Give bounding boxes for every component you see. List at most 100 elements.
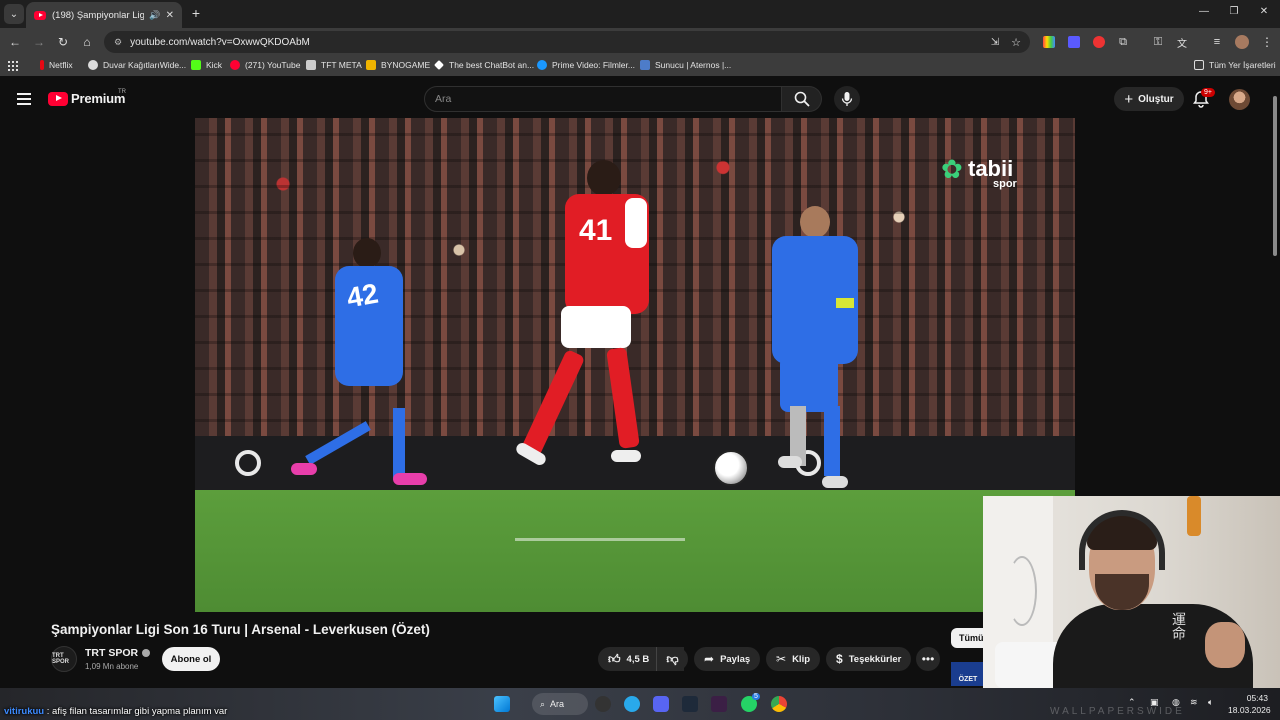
profile-avatar[interactable] <box>1235 35 1249 49</box>
voice-search-button[interactable] <box>834 86 860 112</box>
chat-text: : afiş filan tasarımlar gibi yapma planı… <box>44 706 228 717</box>
video-title: Şampiyonlar Ligi Son 16 Turu | Arsenal -… <box>51 622 430 637</box>
volume-icon[interactable]: 🔈︎ <box>1208 697 1213 708</box>
notification-count-badge: 9+ <box>1201 88 1215 97</box>
apps-grid-icon[interactable] <box>8 61 18 71</box>
clip-button[interactable]: ✂ Klip <box>766 647 821 671</box>
scrollbar-thumb[interactable] <box>1273 96 1277 256</box>
youtube-favicon-icon <box>34 10 46 20</box>
stream-chat-message: vitirukuu : afiş filan tasarımlar gibi y… <box>4 706 227 717</box>
site-info-icon[interactable]: ⚙ <box>114 37 122 48</box>
close-tab-icon[interactable]: ✕ <box>166 10 174 21</box>
chatbot-icon <box>434 60 444 70</box>
maximize-icon[interactable]: ❐ <box>1226 6 1242 17</box>
bookmark-item[interactable]: Kick <box>191 60 222 70</box>
channel-name[interactable]: TRT SPOR <box>85 647 151 659</box>
new-tab-button[interactable]: + <box>188 5 204 21</box>
search-button[interactable] <box>782 86 822 112</box>
bookmark-item[interactable]: BYNOGAME <box>366 60 430 70</box>
steam-icon[interactable] <box>595 696 611 712</box>
extension-icon[interactable] <box>1068 36 1080 48</box>
all-bookmarks-folder[interactable]: Tüm Yer İşaretleri <box>1194 60 1276 70</box>
telegram-icon[interactable] <box>624 696 640 712</box>
bynogame-icon <box>366 60 376 70</box>
create-button[interactable]: + Oluştur <box>1114 87 1184 111</box>
extensions-puzzle-icon[interactable]: ⧉ <box>1114 34 1132 50</box>
browser-menu-icon[interactable]: ⋮ <box>1258 34 1276 50</box>
media-control-icon[interactable]: ≡ <box>1208 34 1226 50</box>
subscribe-button[interactable]: Abone ol <box>162 647 220 671</box>
netflix-icon <box>40 60 44 70</box>
bookmark-label: Sunucu | Aternos |... <box>655 60 732 70</box>
taskbar-search-icon: ⌕ <box>540 698 546 709</box>
tray-overflow-icon[interactable]: ⌃ <box>1128 697 1136 708</box>
search-input[interactable]: Ara <box>424 86 782 112</box>
browser-tab-active[interactable]: (198) Şampiyonlar Ligi Son 🔊 ✕ <box>26 2 182 28</box>
jersey-number: 41 <box>579 214 613 247</box>
more-actions-button[interactable]: ••• <box>916 647 940 671</box>
verified-check-icon <box>142 649 151 658</box>
home-icon[interactable]: ⌂ <box>78 34 96 50</box>
network-icon[interactable]: ◍ <box>1172 697 1180 708</box>
player-arsenal: 41 <box>514 158 685 498</box>
chip-all[interactable]: Tümü <box>951 628 985 648</box>
translate-icon[interactable]: 文 <box>1173 34 1191 50</box>
kick-icon <box>191 60 201 70</box>
streamer-hand <box>1205 622 1245 668</box>
bookmark-item[interactable]: The best ChatBot an... <box>434 60 534 70</box>
visual-studio-icon[interactable] <box>711 696 727 712</box>
system-clock[interactable]: 05:43 18.03.2026 <box>1228 692 1271 716</box>
bookmark-item[interactable]: Prime Video: Filmler... <box>537 60 635 70</box>
search-placeholder: Ara <box>435 93 452 105</box>
related-video-thumbnail[interactable]: ÖZET <box>951 662 985 686</box>
bookmark-item[interactable]: Sunucu | Aternos |... <box>640 60 731 70</box>
password-key-icon[interactable]: ⚿ <box>1149 34 1167 50</box>
speaker-icon[interactable]: 🔊 <box>149 10 160 21</box>
whatsapp-badge: 5 <box>752 693 760 700</box>
bookmark-item[interactable]: (271) YouTube <box>230 60 300 70</box>
channel-avatar[interactable]: TRT SPOR <box>51 646 77 672</box>
tray-app-icon[interactable]: ▣ <box>1150 697 1159 708</box>
share-button[interactable]: ➦ Paylaş <box>694 647 761 671</box>
address-bar[interactable]: ⚙ youtube.com/watch?v=OxwwQKDOAbM <box>104 31 1030 53</box>
taskbar-search[interactable]: ⌕ Ara <box>532 693 588 715</box>
youtube-premium-logo[interactable]: Premium TR <box>48 89 126 106</box>
chrome-icon[interactable] <box>771 696 787 712</box>
install-app-icon[interactable]: ⇲ <box>986 34 1004 50</box>
bookmark-item[interactable]: Netflix <box>40 60 73 70</box>
create-label: Oluştur <box>1138 93 1174 105</box>
reload-icon[interactable]: ↻ <box>54 34 72 50</box>
guide-menu-icon[interactable] <box>17 93 31 105</box>
tab-title: (198) Şampiyonlar Ligi Son <box>52 9 145 21</box>
app-icon[interactable] <box>682 696 698 712</box>
video-player[interactable]: 42 41 ✿ tabii spor <box>195 118 1075 612</box>
bookmarks-bar: Netflix Duvar KağıtlarıWide... Kick (271… <box>0 56 1280 76</box>
close-window-icon[interactable]: ✕ <box>1256 6 1272 17</box>
tab-search-button[interactable]: ⌄ <box>4 4 24 24</box>
youtube-masthead: Premium TR Ara + Oluştur 9+ <box>0 82 1270 118</box>
forward-icon[interactable]: → <box>30 34 48 50</box>
extension-red-icon[interactable] <box>1093 36 1105 48</box>
tabii-logo-icon: ✿ <box>941 154 963 184</box>
back-icon[interactable]: ← <box>6 34 24 50</box>
dislike-button[interactable]: 👎︎ <box>656 647 688 671</box>
wifi-icon[interactable]: ≋ <box>1190 697 1198 708</box>
bookmark-label: Prime Video: Filmler... <box>552 60 635 70</box>
youtube-icon <box>230 60 240 70</box>
bookmark-item[interactable]: Duvar KağıtlarıWide... <box>88 60 186 70</box>
headset-icon <box>1079 510 1165 570</box>
youtube-play-icon <box>48 91 68 106</box>
bookmark-star-icon[interactable]: ☆ <box>1007 34 1025 50</box>
watermark-sub: spor <box>993 178 1017 190</box>
bookmark-item[interactable]: TFT META <box>306 60 362 70</box>
prime-video-icon <box>537 60 547 70</box>
minimize-icon[interactable]: — <box>1196 6 1212 17</box>
discord-icon[interactable] <box>653 696 669 712</box>
board-graphic <box>235 450 261 476</box>
windows-start-icon[interactable] <box>494 696 510 712</box>
account-avatar[interactable] <box>1229 89 1250 110</box>
share-label: Paylaş <box>720 653 751 665</box>
extension-color-icon[interactable] <box>1043 36 1055 48</box>
bookmark-label: BYNOGAME <box>381 60 431 70</box>
thanks-button[interactable]: $ Teşekkürler <box>826 647 912 671</box>
